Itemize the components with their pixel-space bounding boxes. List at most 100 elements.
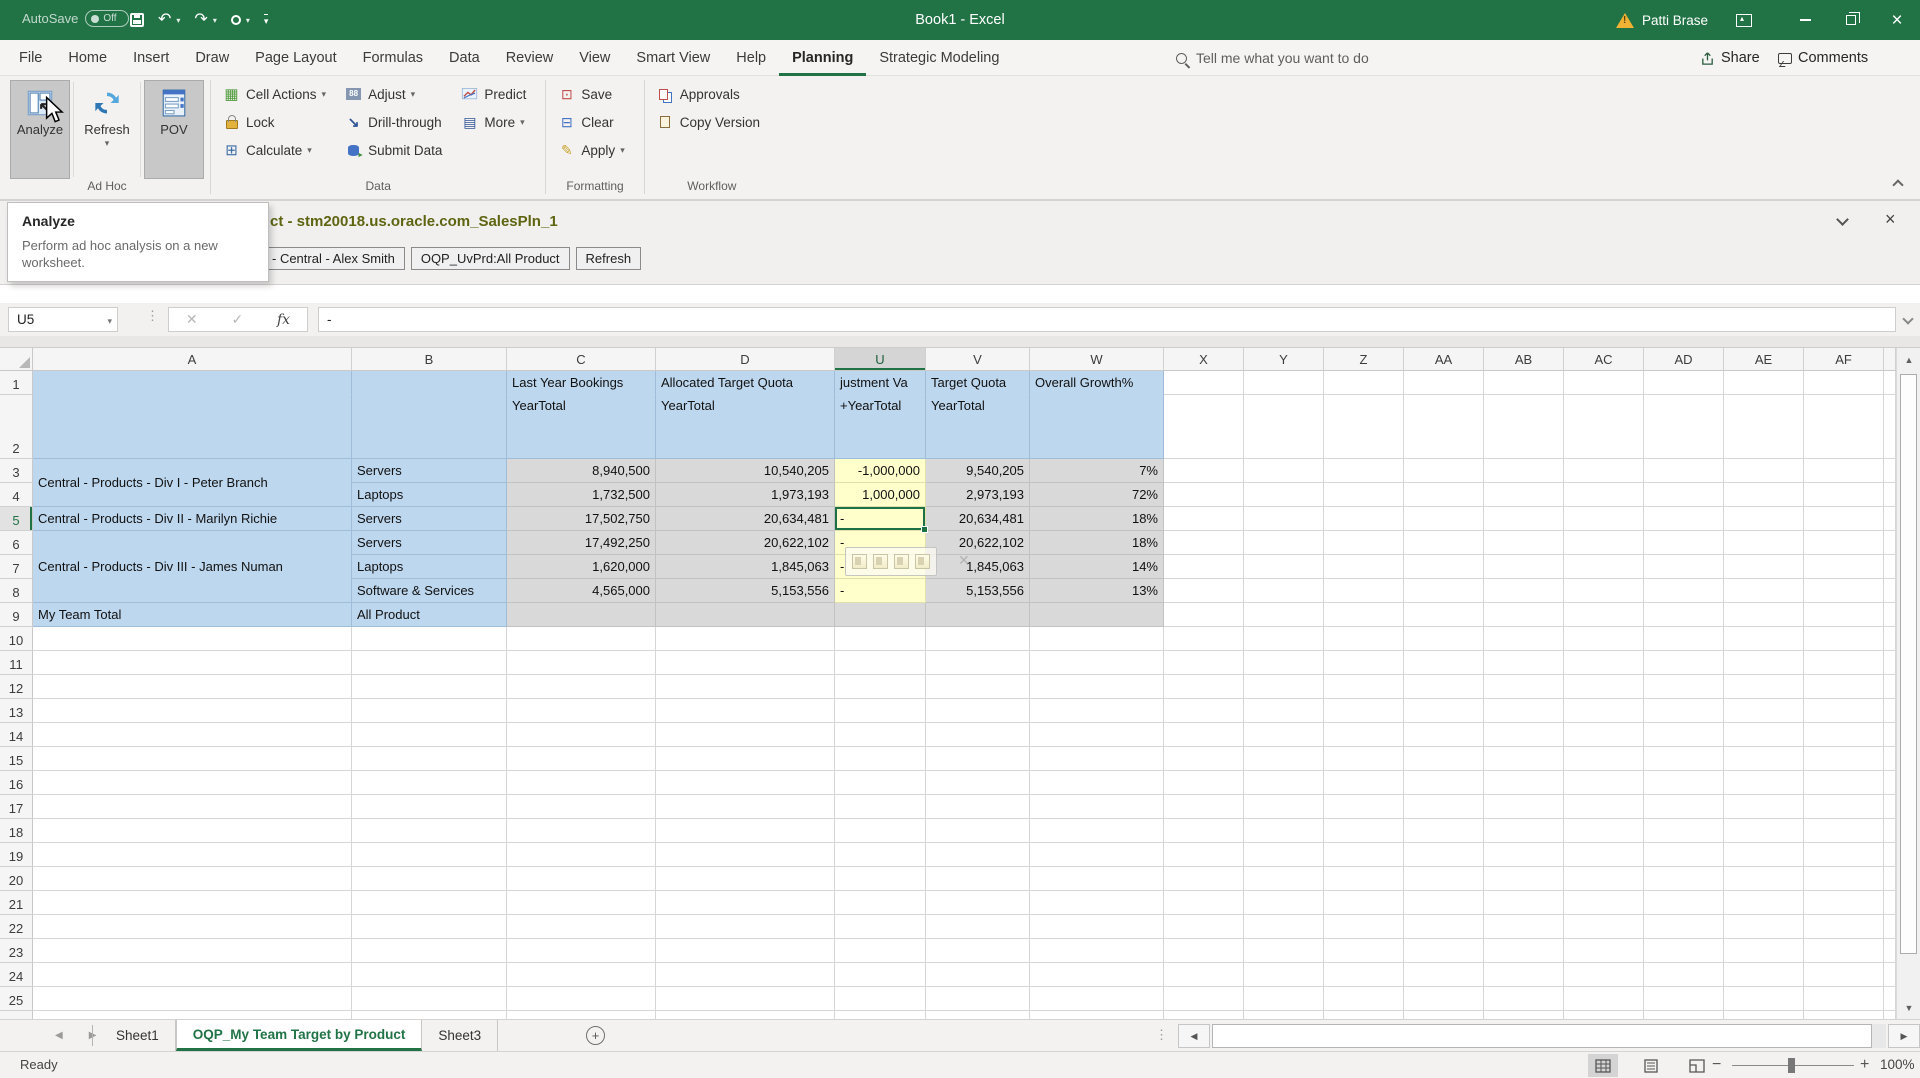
cell-stub23[interactable]	[1884, 939, 1896, 963]
cell-U25[interactable]	[835, 987, 926, 1011]
cell-AC1[interactable]	[1564, 371, 1644, 395]
row-header-11[interactable]: 11	[0, 651, 33, 675]
cell-AA9[interactable]	[1404, 603, 1484, 627]
cell-Z4[interactable]	[1324, 483, 1404, 507]
cell-stub20[interactable]	[1884, 867, 1896, 891]
touch-mode-caret-icon[interactable]: ▾	[246, 16, 250, 25]
cell-AF19[interactable]	[1804, 843, 1884, 867]
cell-stub12[interactable]	[1884, 675, 1896, 699]
cell-Z7[interactable]	[1324, 555, 1404, 579]
cell-AF14[interactable]	[1804, 723, 1884, 747]
scroll-up-icon[interactable]: ▲	[1897, 348, 1920, 371]
cell-D20[interactable]	[656, 867, 835, 891]
cell-AA15[interactable]	[1404, 747, 1484, 771]
cell-Z15[interactable]	[1324, 747, 1404, 771]
cell-AD1[interactable]	[1644, 371, 1724, 395]
cell-B8[interactable]: Software & Services	[352, 579, 507, 603]
cell-AB15[interactable]	[1484, 747, 1564, 771]
cell-V13[interactable]	[926, 699, 1030, 723]
calculate-button[interactable]: ⊞Calculate▾	[217, 136, 331, 164]
cell-stub7[interactable]	[1884, 555, 1896, 579]
tab-strategic-modeling[interactable]: Strategic Modeling	[866, 40, 1012, 76]
sheet-tab-sheet3[interactable]: Sheet3	[422, 1020, 498, 1051]
cell-AA8[interactable]	[1404, 579, 1484, 603]
cell-AD18[interactable]	[1644, 819, 1724, 843]
cell-W19[interactable]	[1030, 843, 1164, 867]
save-button[interactable]: ⊡Save	[552, 80, 629, 108]
tab-view[interactable]: View	[566, 40, 623, 76]
cell-AC9[interactable]	[1564, 603, 1644, 627]
row-header-13[interactable]: 13	[0, 699, 33, 723]
cell-stub10[interactable]	[1884, 627, 1896, 651]
cell-AD16[interactable]	[1644, 771, 1724, 795]
cell-W12[interactable]	[1030, 675, 1164, 699]
cell-U19[interactable]	[835, 843, 926, 867]
cell-B3[interactable]: Servers	[352, 459, 507, 483]
cell-U17[interactable]	[835, 795, 926, 819]
cell-C9[interactable]	[507, 603, 656, 627]
cell-AA6[interactable]	[1404, 531, 1484, 555]
cell-AE4[interactable]	[1724, 483, 1804, 507]
cell-AC20[interactable]	[1564, 867, 1644, 891]
tab-scroll-splitter[interactable]: ⋮	[1155, 1027, 1168, 1043]
cell-AB11[interactable]	[1484, 651, 1564, 675]
cell-AA12[interactable]	[1404, 675, 1484, 699]
cell-D1[interactable]: Allocated Target Quota	[656, 371, 835, 395]
col-header-U[interactable]: U	[835, 348, 926, 371]
cell-V18[interactable]	[926, 819, 1030, 843]
cell-AD26[interactable]	[1644, 1011, 1724, 1019]
cell-Z12[interactable]	[1324, 675, 1404, 699]
cell-AE22[interactable]	[1724, 915, 1804, 939]
adjust-button[interactable]: 88Adjust▾	[339, 80, 447, 108]
row-header-26[interactable]: 26	[0, 1011, 33, 1019]
cell-W26[interactable]	[1030, 1011, 1164, 1019]
cell-V15[interactable]	[926, 747, 1030, 771]
cell-W5[interactable]: 18%	[1030, 507, 1164, 531]
cell-X13[interactable]	[1164, 699, 1244, 723]
cell-V6[interactable]: 20,622,102	[926, 531, 1030, 555]
undo-caret-icon[interactable]: ▾	[176, 16, 180, 25]
cell-stub3[interactable]	[1884, 459, 1896, 483]
cell-AD14[interactable]	[1644, 723, 1724, 747]
row-header-18[interactable]: 18	[0, 819, 33, 843]
cell-V26[interactable]	[926, 1011, 1030, 1019]
cell-U9[interactable]	[835, 603, 926, 627]
cell-AA14[interactable]	[1404, 723, 1484, 747]
cell-AB23[interactable]	[1484, 939, 1564, 963]
row-header-4[interactable]: 4	[0, 483, 33, 507]
cell-V10[interactable]	[926, 627, 1030, 651]
cell-V11[interactable]	[926, 651, 1030, 675]
col-header-AA[interactable]: AA	[1404, 348, 1484, 371]
cell-B1[interactable]	[352, 371, 507, 395]
row-header-15[interactable]: 15	[0, 747, 33, 771]
normal-view-icon[interactable]	[1588, 1054, 1618, 1077]
cell-W8[interactable]: 13%	[1030, 579, 1164, 603]
cell-AB9[interactable]	[1484, 603, 1564, 627]
doc-bar-chevron-icon[interactable]	[1836, 213, 1849, 226]
paste-option-icon[interactable]	[852, 554, 867, 569]
name-box-caret-icon[interactable]: ▾	[107, 316, 112, 327]
cell-A9[interactable]: My Team Total	[33, 603, 352, 627]
cell-AC8[interactable]	[1564, 579, 1644, 603]
cell-Z3[interactable]	[1324, 459, 1404, 483]
cell-AE13[interactable]	[1724, 699, 1804, 723]
cell-AD9[interactable]	[1644, 603, 1724, 627]
cell-V2[interactable]: YearTotal	[926, 395, 1030, 459]
cell-U11[interactable]	[835, 651, 926, 675]
cell-AF13[interactable]	[1804, 699, 1884, 723]
cell-X2[interactable]	[1164, 395, 1244, 459]
cell-AF11[interactable]	[1804, 651, 1884, 675]
cell-V1[interactable]: Target Quota	[926, 371, 1030, 395]
row-header-22[interactable]: 22	[0, 915, 33, 939]
cell-B11[interactable]	[352, 651, 507, 675]
cell-W3[interactable]: 7%	[1030, 459, 1164, 483]
cell-AF12[interactable]	[1804, 675, 1884, 699]
cell-A20[interactable]	[33, 867, 352, 891]
cell-X11[interactable]	[1164, 651, 1244, 675]
cell-AC11[interactable]	[1564, 651, 1644, 675]
cell-AD6[interactable]	[1644, 531, 1724, 555]
redo-caret-icon[interactable]: ▾	[213, 16, 217, 25]
cell-AA26[interactable]	[1404, 1011, 1484, 1019]
zoom-in-icon[interactable]: +	[1860, 1056, 1869, 1074]
cell-U12[interactable]	[835, 675, 926, 699]
